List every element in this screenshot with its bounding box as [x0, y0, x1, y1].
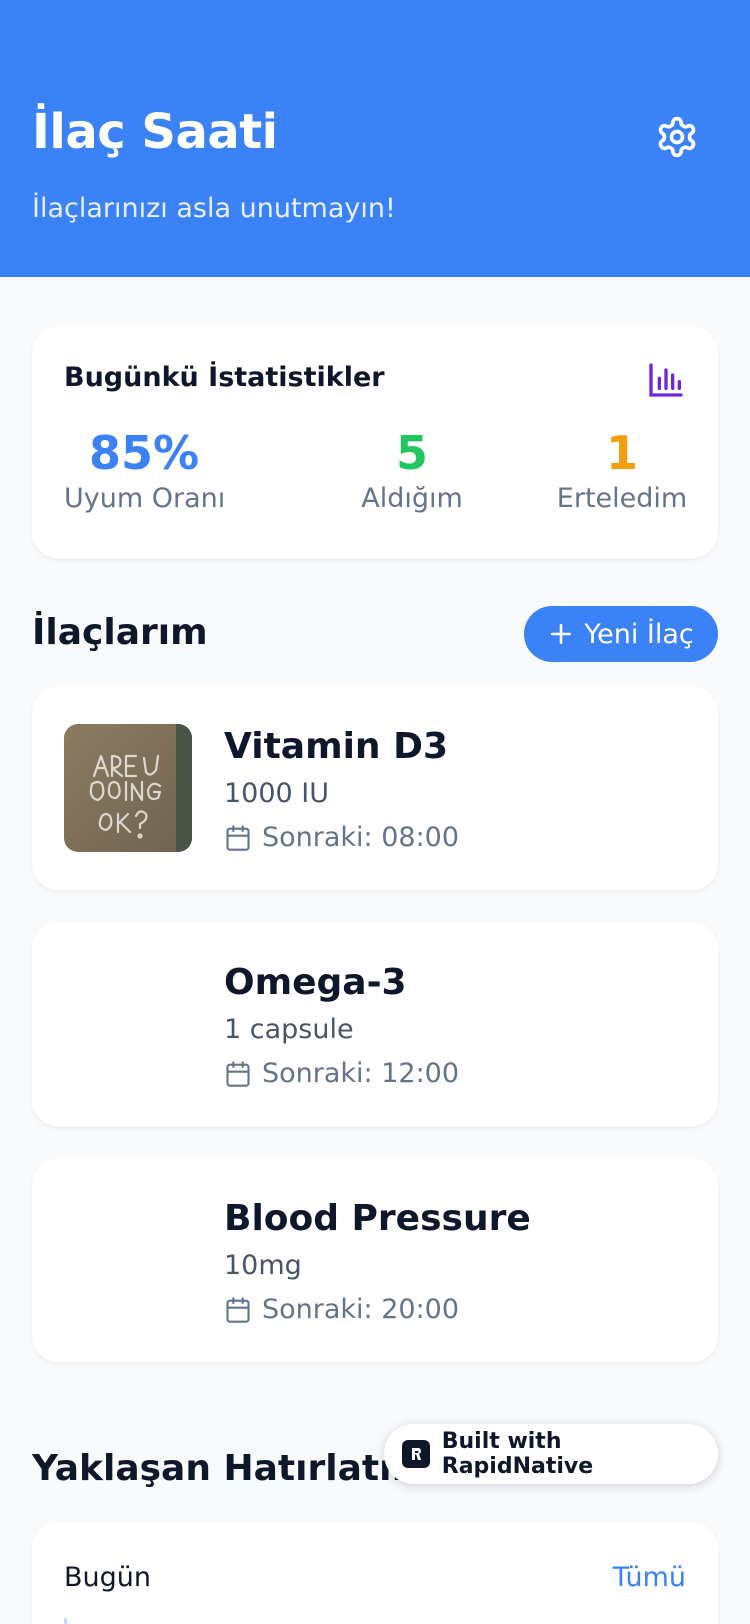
stat-taken-value: 5 — [395, 426, 428, 480]
medication-card[interactable]: Vitamin D3 1000 IU Sonraki: 08:00 — [32, 686, 718, 890]
medication-card[interactable]: Omega-3 1 capsule Sonraki: 12:00 — [32, 922, 718, 1126]
stat-adherence-value: 85% — [88, 426, 200, 480]
medication-next-time: Sonraki: 12:00 — [224, 1058, 459, 1089]
medication-image — [64, 724, 192, 852]
medication-dose: 1000 IU — [224, 778, 330, 809]
app-subtitle: İlaçlarınızı asla unutmayın! — [32, 193, 396, 224]
stat-taken-label: Aldığım — [361, 483, 463, 515]
medication-next-label: Sonraki: 20:00 — [262, 1294, 460, 1325]
app-title: İlaç Saati — [32, 104, 278, 160]
medication-dose: 10mg — [224, 1250, 302, 1281]
stat-snoozed-value: 1 — [605, 426, 638, 480]
medications-title: İlaçlarım — [32, 612, 208, 653]
stat-adherence-label: Uyum Oranı — [64, 483, 226, 515]
medication-next-time: Sonraki: 08:00 — [224, 822, 459, 853]
calendar-icon — [226, 1060, 250, 1087]
medication-card[interactable]: Blood Pressure 10mg Sonraki: 20:00 — [32, 1158, 718, 1362]
medication-name: Omega-3 — [224, 962, 407, 1003]
calendar-icon — [226, 1296, 250, 1323]
stat-snoozed-label: Erteledim — [556, 483, 688, 515]
timeline-line — [64, 1618, 67, 1624]
plus-icon — [551, 624, 572, 644]
medication-next-label: Sonraki: 08:00 — [262, 822, 460, 853]
gear-icon — [658, 116, 696, 158]
medication-dose: 1 capsule — [224, 1014, 354, 1045]
built-with-badge[interactable]: Built with RapidNative — [384, 1424, 718, 1484]
calendar-icon — [226, 824, 250, 851]
reminders-day-label: Bugün — [64, 1562, 151, 1593]
built-with-label: Built with RapidNative — [441, 1429, 594, 1479]
stat-taken: 5 Aldığım — [342, 426, 482, 514]
settings-button[interactable] — [652, 112, 702, 162]
stats-card: Bugünkü İstatistikler 85% Uyum Oranı 5 A… — [32, 326, 718, 558]
medication-name: Blood Pressure — [224, 1198, 531, 1239]
bar-chart-icon[interactable] — [646, 360, 686, 400]
medication-next-time: Sonraki: 20:00 — [224, 1294, 459, 1325]
stat-adherence: 85% Uyum Oranı — [64, 426, 226, 515]
medication-name: Vitamin D3 — [224, 726, 449, 767]
view-all-link[interactable]: Tümü — [613, 1562, 686, 1593]
add-medication-label: Yeni İlaç — [584, 618, 694, 650]
stats-title: Bugünkü İstatistikler — [64, 362, 385, 393]
rapidnative-logo-icon — [402, 1440, 430, 1468]
medication-next-label: Sonraki: 12:00 — [262, 1058, 460, 1089]
app-header: İlaç Saati İlaçlarınızı asla unutmayın! — [0, 0, 750, 277]
reminders-card: Bugün Tümü — [32, 1522, 718, 1624]
stat-snoozed: 1 Erteledim — [552, 426, 692, 514]
add-medication-button[interactable]: Yeni İlaç — [524, 606, 718, 662]
